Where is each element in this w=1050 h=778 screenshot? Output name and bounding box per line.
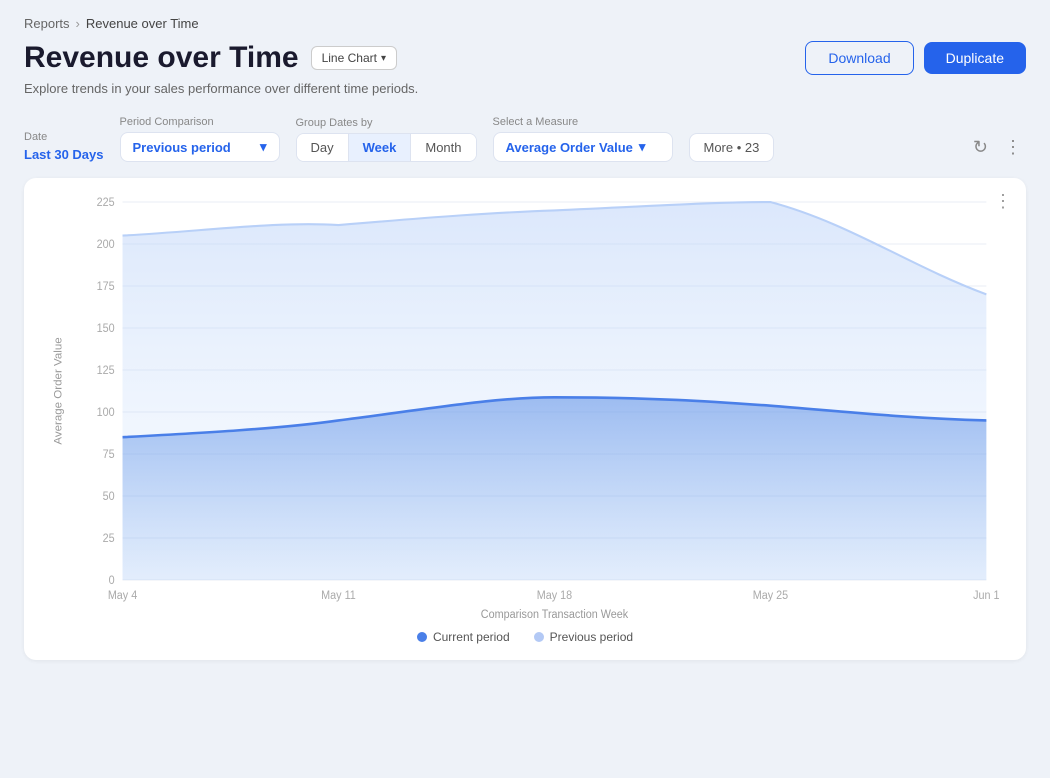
duplicate-button[interactable]: Duplicate <box>924 42 1026 74</box>
refresh-icon: ↻ <box>973 137 988 157</box>
svg-text:125: 125 <box>97 365 115 377</box>
legend-previous-dot <box>534 632 544 642</box>
chart-legend: Current period Previous period <box>44 630 1006 644</box>
measure-filter-label: Select a Measure <box>493 116 673 128</box>
legend-current-dot <box>417 632 427 642</box>
date-filter-button[interactable]: Last 30 Days <box>24 147 104 162</box>
group-dates-button-group: Day Week Month <box>296 133 477 162</box>
svg-text:200: 200 <box>97 239 115 251</box>
date-filter-group: Date Last 30 Days <box>24 131 104 162</box>
svg-text:175: 175 <box>97 281 115 293</box>
svg-text:0: 0 <box>109 575 115 587</box>
svg-text:50: 50 <box>103 491 115 503</box>
chart-svg: 0 25 50 75 100 125 150 175 200 225 Avera… <box>44 202 1006 622</box>
three-dots-icon: ⋮ <box>1004 137 1022 157</box>
measure-filter-button[interactable]: Average Order Value ▾ <box>493 132 673 162</box>
chart-container: ⋮ <box>24 178 1026 660</box>
refresh-button[interactable]: ↻ <box>969 133 992 162</box>
period-filter-value: Previous period <box>133 140 231 155</box>
svg-text:May 4: May 4 <box>108 590 137 602</box>
chart-type-button[interactable]: Line Chart ▾ <box>311 46 397 70</box>
title-group: Revenue over Time Line Chart ▾ <box>24 41 397 75</box>
svg-text:May 11: May 11 <box>321 590 356 602</box>
measure-filter-value: Average Order Value <box>506 140 633 155</box>
group-dates-filter-group: Group Dates by Day Week Month <box>296 117 477 162</box>
period-filter-label: Period Comparison <box>120 116 280 128</box>
period-filter-group: Period Comparison Previous period ▾ <box>120 116 280 162</box>
period-chevron-icon: ▾ <box>260 139 267 155</box>
svg-text:Jun 1: Jun 1 <box>973 590 999 602</box>
legend-current: Current period <box>417 630 510 644</box>
page-subtitle: Explore trends in your sales performance… <box>24 81 1026 96</box>
download-button[interactable]: Download <box>805 41 913 75</box>
svg-text:Comparison Transaction Week: Comparison Transaction Week <box>481 609 629 621</box>
svg-text:100: 100 <box>97 407 115 419</box>
svg-text:75: 75 <box>103 449 115 461</box>
legend-current-label: Current period <box>433 630 510 644</box>
legend-previous: Previous period <box>534 630 633 644</box>
svg-text:Average Order Value: Average Order Value <box>53 337 65 444</box>
svg-text:150: 150 <box>97 323 115 335</box>
date-filter-label: Date <box>24 131 104 143</box>
group-week-button[interactable]: Week <box>349 134 412 161</box>
group-month-button[interactable]: Month <box>411 134 475 161</box>
breadcrumb-parent[interactable]: Reports <box>24 16 70 31</box>
more-button[interactable]: More • 23 <box>689 133 775 162</box>
svg-text:225: 225 <box>97 197 115 209</box>
svg-text:May 18: May 18 <box>537 590 572 602</box>
header-actions: Download Duplicate <box>805 41 1026 75</box>
icon-actions: ↻ ⋮ <box>969 133 1026 162</box>
period-filter-button[interactable]: Previous period ▾ <box>120 132 280 162</box>
options-button[interactable]: ⋮ <box>1000 133 1026 162</box>
chart-area: 0 25 50 75 100 125 150 175 200 225 Avera… <box>44 202 1006 622</box>
breadcrumb-sep: › <box>76 16 80 31</box>
header-row: Revenue over Time Line Chart ▾ Download … <box>24 41 1026 75</box>
svg-text:May 25: May 25 <box>753 590 788 602</box>
legend-previous-label: Previous period <box>550 630 633 644</box>
page-title: Revenue over Time <box>24 41 299 75</box>
group-day-button[interactable]: Day <box>297 134 349 161</box>
measure-filter-group: Select a Measure Average Order Value ▾ <box>493 116 673 162</box>
group-dates-label: Group Dates by <box>296 117 477 129</box>
svg-text:25: 25 <box>103 533 115 545</box>
breadcrumb-current: Revenue over Time <box>86 16 199 31</box>
chart-type-chevron-icon: ▾ <box>381 53 386 64</box>
measure-chevron-icon: ▾ <box>639 139 646 155</box>
breadcrumb: Reports › Revenue over Time <box>24 16 1026 31</box>
chart-type-label: Line Chart <box>322 51 377 65</box>
date-filter-value: Last 30 Days <box>24 147 104 162</box>
filters-row: Date Last 30 Days Period Comparison Prev… <box>24 116 1026 162</box>
